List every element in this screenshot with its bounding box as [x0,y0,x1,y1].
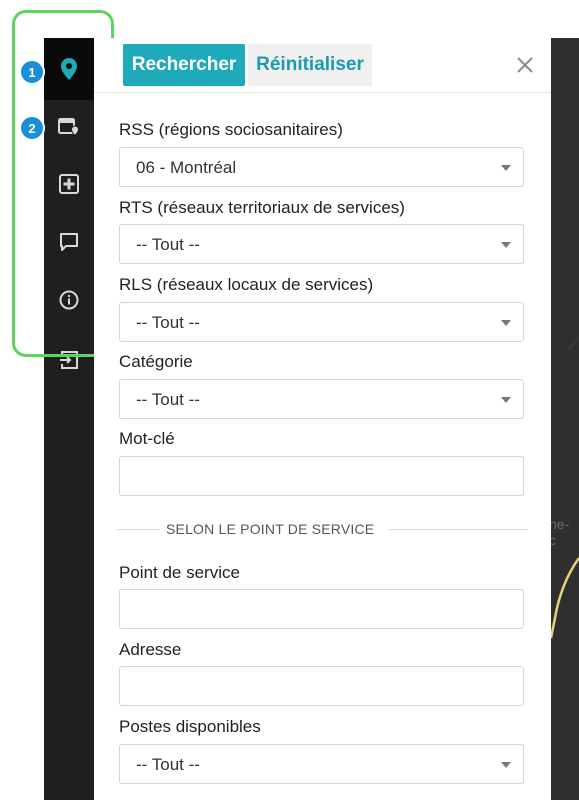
motcle-input[interactable] [119,456,524,496]
motcle-label: Mot-clé [119,429,175,448]
rts-select-value: -- Tout -- [136,235,200,254]
step-badge-1: 1 [19,59,45,85]
divider-left [116,529,160,530]
chat-bubble-icon[interactable] [57,230,81,254]
adresse-input[interactable] [119,666,524,706]
map-pin-icon[interactable] [57,57,81,81]
point-service-label: Point de service [119,563,240,582]
calendar-location-icon[interactable] [57,114,81,138]
postes-label: Postes disponibles [119,717,261,736]
postes-select[interactable]: -- Tout -- [119,744,524,784]
rss-label: RSS (régions sociosanitaires) [119,120,343,139]
map-place-label: ne-c [551,516,570,548]
rls-select[interactable]: -- Tout -- [119,302,524,342]
search-button[interactable]: Rechercher [123,44,245,86]
rss-select[interactable]: 06 - Montréal [119,147,524,187]
logout-icon[interactable] [57,348,81,372]
plus-square-icon[interactable] [57,172,81,196]
adresse-label: Adresse [119,640,182,659]
chevron-down-icon [501,320,511,326]
postes-select-value: -- Tout -- [136,755,200,774]
rts-select[interactable]: -- Tout -- [119,224,524,264]
divider-right [388,529,528,530]
rss-select-value: 06 - Montréal [136,158,237,177]
sidebar [44,38,94,800]
section-title: SELON LE POINT DE SERVICE [166,521,375,537]
map-roads [551,337,579,639]
categorie-select-value: -- Tout -- [136,390,200,409]
chevron-down-icon [501,242,511,248]
search-panel: Rechercher Réinitialiser RSS (régions so… [94,38,551,800]
step-badge-2: 2 [19,115,45,141]
chevron-down-icon [501,165,511,171]
reset-button[interactable]: Réinitialiser [248,44,372,86]
rts-label: RTS (réseaux territoriaux de services) [119,198,405,217]
info-circle-icon[interactable] [57,288,81,312]
map-view[interactable]: ne-c [551,38,579,800]
close-icon[interactable] [514,54,536,76]
rls-select-value: -- Tout -- [136,313,200,332]
rls-label: RLS (réseaux locaux de services) [119,275,374,294]
categorie-label: Catégorie [119,352,193,371]
point-service-input[interactable] [119,589,524,629]
chevron-down-icon [501,397,511,403]
chevron-down-icon [501,762,511,768]
categorie-select[interactable]: -- Tout -- [119,379,524,419]
panel-header: Rechercher Réinitialiser [94,38,551,93]
